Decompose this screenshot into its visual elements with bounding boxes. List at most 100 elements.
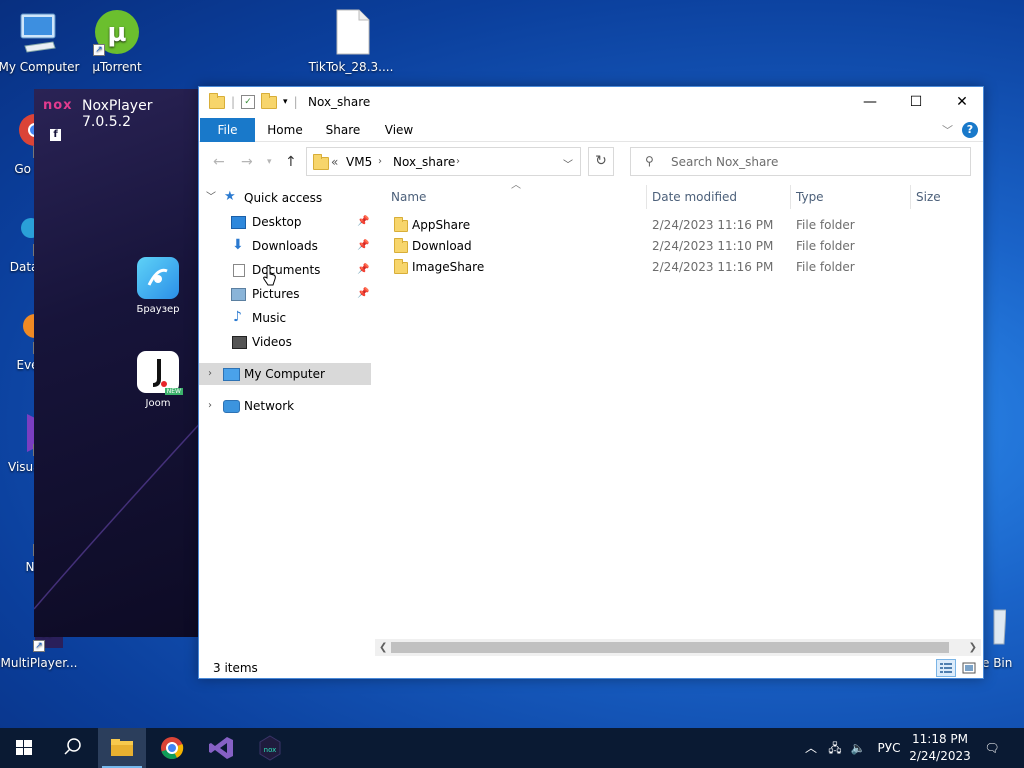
chevron-right-icon[interactable]: › [378,156,382,167]
taskbar-noxplayer[interactable]: nox [246,728,294,768]
nav-item-documents[interactable]: Documents 📌 [199,259,371,281]
forward-button[interactable]: → [241,154,253,170]
chevron-right-icon[interactable]: › [208,395,212,417]
tab-home[interactable]: Home [261,118,309,142]
tab-share[interactable]: Share [319,118,367,142]
language-indicator[interactable]: РУС [872,728,906,768]
search-button[interactable] [48,728,96,768]
monitor-icon [15,8,63,56]
taskbar-file-explorer[interactable] [98,728,146,768]
scroll-right-arrow-icon[interactable]: ❯ [969,639,977,656]
close-button[interactable]: ✕ [939,87,985,117]
volume-icon[interactable]: 🔈 [847,728,869,768]
pin-icon[interactable]: 📌 [357,259,369,281]
address-dropdown-icon[interactable]: ﹀ [563,156,573,171]
pin-icon[interactable]: 📌 [357,211,369,233]
details-view-button[interactable] [936,659,956,677]
file-name: Download [412,239,472,253]
back-button[interactable]: ← [213,154,225,170]
customize-qa-icon[interactable]: ▾ [283,97,288,107]
nav-item-downloads[interactable]: ⬇ Downloads 📌 [199,235,371,257]
nav-item-my-computer[interactable]: › My Computer [199,363,371,385]
navigation-pane: ﹀ ★ Quick access Desktop 📌 ⬇ Downloads 📌… [199,182,371,642]
file-name: ImageShare [412,260,485,274]
minimize-button[interactable]: — [847,87,893,117]
shortcut-arrow-icon: ↗ [33,640,45,652]
properties-icon[interactable]: ✓ [241,95,256,109]
column-divider[interactable] [790,185,791,209]
scroll-left-arrow-icon[interactable]: ❮ [379,639,387,656]
music-note-icon: ♪ [233,309,242,325]
sort-ascending-icon: ︿ [511,180,521,191]
column-divider[interactable] [910,185,911,209]
noxplayer-window[interactable]: nox NoxPlayer 7.0.5.2 f Браузер NEW Joom [34,89,204,637]
network-icon[interactable]: 🖧 [824,728,846,768]
nav-item-music[interactable]: ♪ Music [199,307,371,329]
column-header-name[interactable]: Name [391,182,426,212]
large-icons-view-button[interactable] [959,659,979,677]
desktop-icon-utorrent[interactable]: µ ↗ µTorrent [72,8,162,74]
explorer-titlebar[interactable]: | ✓ ▾ | Nox_share — ☐ ✕ [199,87,983,117]
pin-icon[interactable]: 📌 [357,235,369,257]
chevron-down-icon[interactable]: ﹀ [206,187,216,209]
desktop-icon-label: TikTok_28.3.... [308,60,394,74]
ribbon: File Home Share View ﹀ ? [199,118,983,142]
svg-text:µ: µ [107,18,126,48]
column-divider[interactable] [646,185,647,209]
address-overflow[interactable]: « [331,155,338,169]
show-hidden-icons-button[interactable]: ︿ [800,728,822,768]
taskbar-chrome[interactable] [148,728,196,768]
recent-locations-icon[interactable]: ▾ [267,157,272,167]
column-header-size[interactable]: Size [916,182,941,212]
address-bar[interactable]: « VM5 › Nox_share › ﹀ [306,147,581,176]
nox-icon: nox [259,735,281,761]
file-row-imageshare[interactable]: ImageShare 2/24/2023 11:16 PM File folde… [385,257,983,278]
nav-item-videos[interactable]: Videos [199,331,371,353]
facebook-icon[interactable]: f [50,129,61,141]
scrollbar-thumb[interactable] [391,642,949,653]
new-folder-icon[interactable] [261,92,278,109]
address-segment-vm5[interactable]: VM5 [346,155,372,169]
nav-item-desktop[interactable]: Desktop 📌 [199,211,371,233]
start-button[interactable] [0,728,48,768]
notifications-icon[interactable]: 🗨 [980,728,1004,768]
file-type: File folder [796,260,855,274]
noxplayer-title: NoxPlayer 7.0.5.2 [82,98,153,130]
help-icon[interactable]: ? [962,122,978,138]
column-header-date-modified[interactable]: Date modified [652,182,737,212]
nav-item-pictures[interactable]: Pictures 📌 [199,283,371,305]
chrome-icon [161,737,184,760]
folder-icon [394,259,408,274]
search-box[interactable]: ⚲ Search Nox_share [630,147,971,176]
address-segment-nox-share[interactable]: Nox_share [393,155,455,169]
window-title: Nox_share [308,95,371,109]
nav-quick-access[interactable]: ﹀ ★ Quick access [199,187,371,209]
tab-file[interactable]: File [200,118,255,142]
file-row-download[interactable]: Download 2/24/2023 11:10 PM File folder [385,236,983,257]
file-type: File folder [796,239,855,253]
file-row-appshare[interactable]: AppShare 2/24/2023 11:16 PM File folder [385,215,983,236]
pin-icon[interactable]: 📌 [357,283,369,305]
search-placeholder: Search Nox_share [671,155,779,169]
file-explorer-window[interactable]: | ✓ ▾ | Nox_share — ☐ ✕ File Home Share … [198,86,984,679]
nox-app-browser[interactable]: Браузер [128,257,188,315]
clock[interactable]: 11:18 PM 2/24/2023 [905,731,975,765]
separator: | [293,95,298,109]
pictures-icon [231,288,246,301]
desktop-icon-tiktok-file[interactable]: TikTok_28.3.... [306,8,396,74]
nav-item-network[interactable]: › Network [199,395,371,417]
refresh-button[interactable]: ↻ [588,147,614,176]
nav-label: Desktop [252,215,302,229]
expand-ribbon-icon[interactable]: ﹀ [942,122,953,138]
chevron-right-icon[interactable]: › [208,363,212,385]
column-header-type[interactable]: Type [796,182,824,212]
maximize-button[interactable]: ☐ [893,87,939,117]
nav-label: Downloads [252,239,318,253]
up-button[interactable]: ↑ [285,154,297,170]
tab-view[interactable]: View [377,118,421,142]
separator: | [231,95,236,109]
horizontal-scrollbar[interactable]: ❮ ❯ [375,639,981,656]
noxplayer-titlebar[interactable]: nox NoxPlayer 7.0.5.2 [34,89,204,130]
taskbar-visual-studio[interactable] [197,728,245,768]
chevron-right-icon[interactable]: › [456,156,460,167]
